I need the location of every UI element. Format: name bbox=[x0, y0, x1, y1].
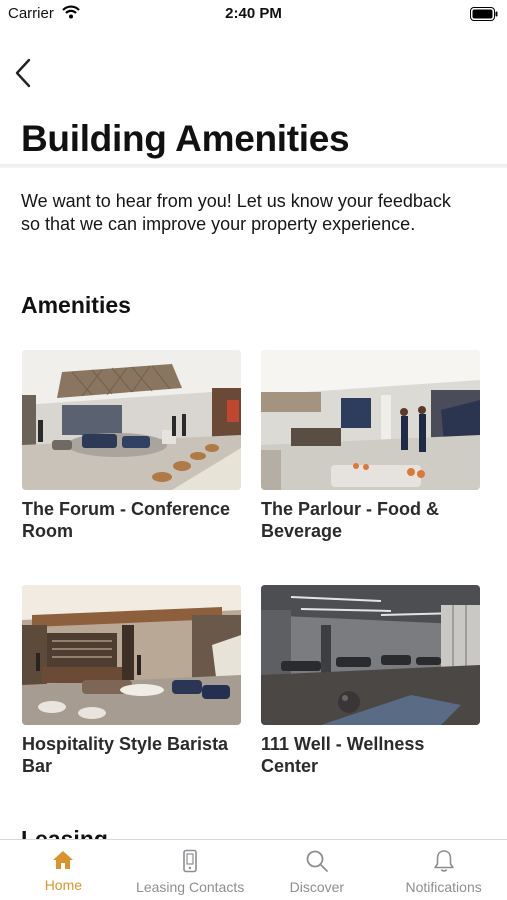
chevron-left-icon bbox=[15, 58, 31, 88]
status-bar: Carrier 2:40 PM bbox=[0, 0, 507, 30]
phone-icon bbox=[183, 849, 197, 873]
tab-leasing-contacts[interactable]: Leasing Contacts bbox=[127, 840, 254, 900]
amenity-card-parlour[interactable]: The Parlour - Food & Beverage bbox=[261, 350, 480, 542]
amenity-card-barista-bar[interactable]: Hospitality Style Barista Bar bbox=[22, 585, 241, 777]
amenity-label: The Parlour - Food & Beverage bbox=[261, 499, 439, 541]
search-icon bbox=[306, 850, 328, 872]
tab-home[interactable]: Home bbox=[0, 840, 127, 900]
amenity-image bbox=[22, 350, 241, 490]
amenities-heading: Amenities bbox=[21, 292, 131, 318]
battery-icon bbox=[470, 7, 498, 26]
clock: 2:40 PM bbox=[225, 5, 282, 22]
tab-label: Discover bbox=[289, 879, 345, 895]
intro-text: We want to hear from you! Let us know yo… bbox=[21, 191, 451, 234]
amenity-card-wellness-center[interactable]: 111 Well - Wellness Center bbox=[261, 585, 480, 777]
tab-bar: Home Leasing Contacts Discover Notificat… bbox=[0, 839, 507, 900]
tab-label: Notifications bbox=[405, 879, 482, 895]
app-screen: Carrier 2:40 PM Building Amenities We wa… bbox=[0, 0, 507, 900]
amenity-card-forum[interactable]: The Forum - Conference Room bbox=[22, 350, 241, 542]
tab-label: Leasing Contacts bbox=[136, 879, 245, 895]
tab-label: Home bbox=[44, 877, 83, 893]
bell-icon bbox=[433, 850, 454, 872]
amenity-label: Hospitality Style Barista Bar bbox=[22, 734, 229, 776]
back-button[interactable] bbox=[14, 56, 40, 90]
amenity-image bbox=[261, 585, 480, 725]
page-title: Building Amenities bbox=[21, 118, 350, 159]
home-icon bbox=[53, 851, 74, 869]
tab-notifications[interactable]: Notifications bbox=[380, 840, 507, 900]
title-divider bbox=[0, 164, 507, 168]
amenity-label: 111 Well - Wellness Center bbox=[261, 734, 425, 776]
amenity-label: The Forum - Conference Room bbox=[22, 499, 231, 541]
tab-discover[interactable]: Discover bbox=[254, 840, 381, 900]
amenity-image bbox=[261, 350, 480, 490]
amenity-image bbox=[22, 585, 241, 725]
